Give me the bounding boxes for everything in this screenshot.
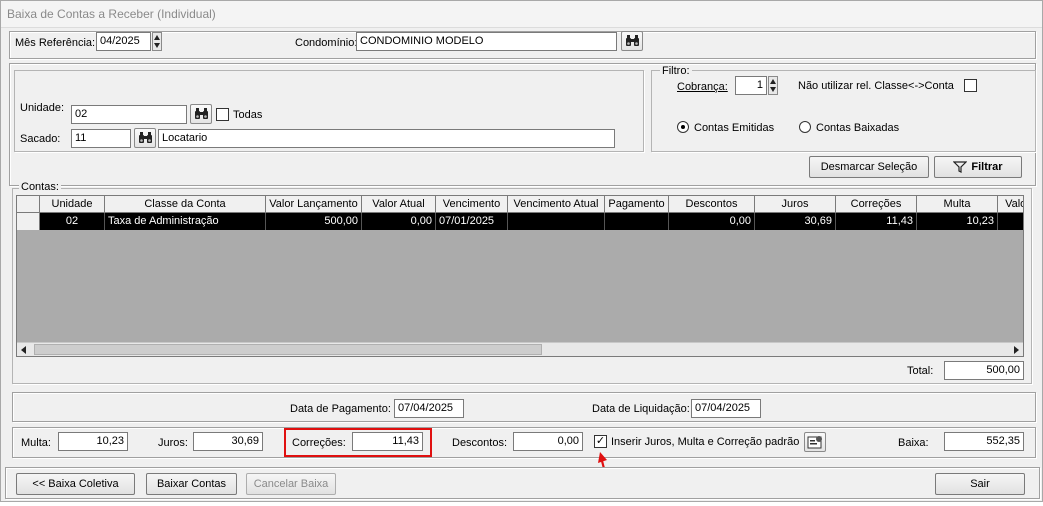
binoculars-icon (625, 35, 639, 46)
contas-emitidas-label: Contas Emitidas (694, 122, 775, 134)
sacado-label: Sacado: (20, 133, 61, 145)
mes-referencia-spinner[interactable] (152, 32, 162, 51)
window-title: Baixa de Contas a Receber (Individual) (1, 1, 1042, 28)
cell-vencimento-atual (508, 213, 605, 230)
mes-referencia-input[interactable]: 04/2025 (96, 32, 151, 51)
row-indicator (17, 213, 40, 230)
todas-label: Todas (233, 109, 263, 121)
cell-descontos: 0,00 (669, 213, 755, 230)
header-vencimento[interactable]: Vencimento (436, 196, 508, 213)
horizontal-scrollbar[interactable] (17, 342, 1023, 356)
filtrar-label: Filtrar (971, 161, 1003, 173)
filtro-legend: Filtro: (660, 65, 692, 77)
search-condominio-button[interactable] (621, 31, 643, 51)
funnel-icon (953, 161, 968, 173)
mes-referencia-label: Mês Referência: (15, 37, 96, 49)
header-vencimento-atual[interactable]: Vencimento Atual (508, 196, 605, 213)
data-liquidacao-input[interactable]: 07/04/2025 (691, 399, 761, 418)
scroll-right-icon[interactable] (1014, 346, 1019, 354)
contas-baixadas-label: Contas Baixadas (816, 122, 900, 134)
header-correcoes[interactable]: Correções (836, 196, 917, 213)
header-classe-conta[interactable]: Classe da Conta (105, 196, 266, 213)
cell-multa: 10,23 (917, 213, 998, 230)
header-valor-atual[interactable]: Valor Atual (362, 196, 436, 213)
grid-header: Unidade Classe da Conta Valor Lançamento… (17, 196, 1023, 213)
dates-panel (12, 392, 1036, 422)
nao-utilizar-label: Não utilizar rel. Classe<->Conta (798, 80, 954, 92)
contas-legend: Contas: (19, 181, 61, 193)
cell-juros: 30,69 (755, 213, 836, 230)
total-value: 500,00 (944, 361, 1024, 380)
filtrar-button[interactable]: Filtrar (934, 156, 1022, 178)
cobranca-spinner[interactable] (768, 76, 778, 95)
cobranca-label: Cobrança: (677, 80, 728, 94)
contas-baixadas-radio[interactable] (799, 121, 811, 133)
cell-unidade: 02 (40, 213, 105, 230)
cell-correcoes: 11,43 (836, 213, 917, 230)
todas-checkbox[interactable] (216, 108, 229, 121)
cell-valor-atual: 0,00 (362, 213, 436, 230)
multa-label: Multa: (21, 437, 51, 449)
inserir-padrao-checkbox[interactable]: ✓ (594, 435, 607, 448)
baixa-label: Baixa: (898, 437, 929, 449)
cancelar-baixa-button[interactable]: Cancelar Baixa (246, 473, 336, 495)
header-unidade[interactable]: Unidade (40, 196, 105, 213)
baixa-coletiva-button[interactable]: << Baixa Coletiva (16, 473, 135, 495)
header-valor[interactable]: Valor (998, 196, 1023, 213)
header-indicator (17, 196, 40, 213)
sacado-code-input[interactable]: 11 (71, 129, 131, 148)
data-liquidacao-label: Data de Liquidação: (592, 403, 690, 415)
search-unidade-button[interactable] (190, 104, 212, 124)
nao-utilizar-checkbox[interactable] (964, 79, 977, 92)
header-juros[interactable]: Juros (755, 196, 836, 213)
cobranca-input[interactable]: 1 (735, 76, 767, 95)
contas-emitidas-radio[interactable] (677, 121, 689, 133)
unidade-input[interactable]: 02 (71, 105, 187, 124)
cell-valor (998, 213, 1023, 230)
header-multa[interactable]: Multa (917, 196, 998, 213)
baixar-contas-button[interactable]: Baixar Contas (146, 473, 237, 495)
cobranca-label-text: Cobrança: (677, 81, 728, 93)
data-pagamento-label: Data de Pagamento: (290, 403, 391, 415)
scroll-left-icon[interactable] (21, 346, 26, 354)
correcoes-highlight-box (284, 428, 432, 457)
sacado-name-input[interactable]: Locatario (158, 129, 615, 148)
descontos-label: Descontos: (452, 437, 508, 449)
binoculars-icon (138, 132, 152, 143)
cell-pagamento (605, 213, 669, 230)
unidade-label: Unidade: (20, 102, 65, 114)
search-sacado-button[interactable] (134, 128, 156, 148)
juros-label: Juros: (158, 437, 188, 449)
table-row[interactable]: 02 Taxa de Administração 500,00 0,00 07/… (17, 213, 1023, 230)
condominio-label: Condomínio: (295, 37, 358, 49)
baixa-input[interactable]: 552,35 (944, 432, 1024, 451)
data-pagamento-input[interactable]: 07/04/2025 (394, 399, 464, 418)
multa-input[interactable]: 10,23 (58, 432, 128, 451)
contas-grid[interactable]: Unidade Classe da Conta Valor Lançamento… (16, 195, 1024, 357)
settings-icon (807, 436, 822, 449)
header-descontos[interactable]: Descontos (669, 196, 755, 213)
cell-classe-conta: Taxa de Administração (105, 213, 266, 230)
header-pagamento[interactable]: Pagamento (605, 196, 669, 213)
juros-input[interactable]: 30,69 (193, 432, 263, 451)
total-label: Total: (907, 365, 934, 377)
descontos-input[interactable]: 0,00 (513, 432, 583, 451)
main-window: Baixa de Contas a Receber (Individual) M… (0, 0, 1043, 502)
header-valor-lancamento[interactable]: Valor Lançamento (266, 196, 362, 213)
cell-valor-lancamento: 500,00 (266, 213, 362, 230)
scroll-thumb[interactable] (34, 344, 542, 355)
desmarcar-selecao-button[interactable]: Desmarcar Seleção (809, 156, 929, 178)
sair-button[interactable]: Sair (935, 473, 1025, 495)
inserir-padrao-label: Inserir Juros, Multa e Correção padrão (611, 436, 800, 448)
settings-button[interactable] (804, 432, 826, 452)
cell-vencimento: 07/01/2025 (436, 213, 508, 230)
condominio-input[interactable]: CONDOMINIO MODELO (356, 32, 617, 51)
binoculars-icon (194, 108, 208, 119)
